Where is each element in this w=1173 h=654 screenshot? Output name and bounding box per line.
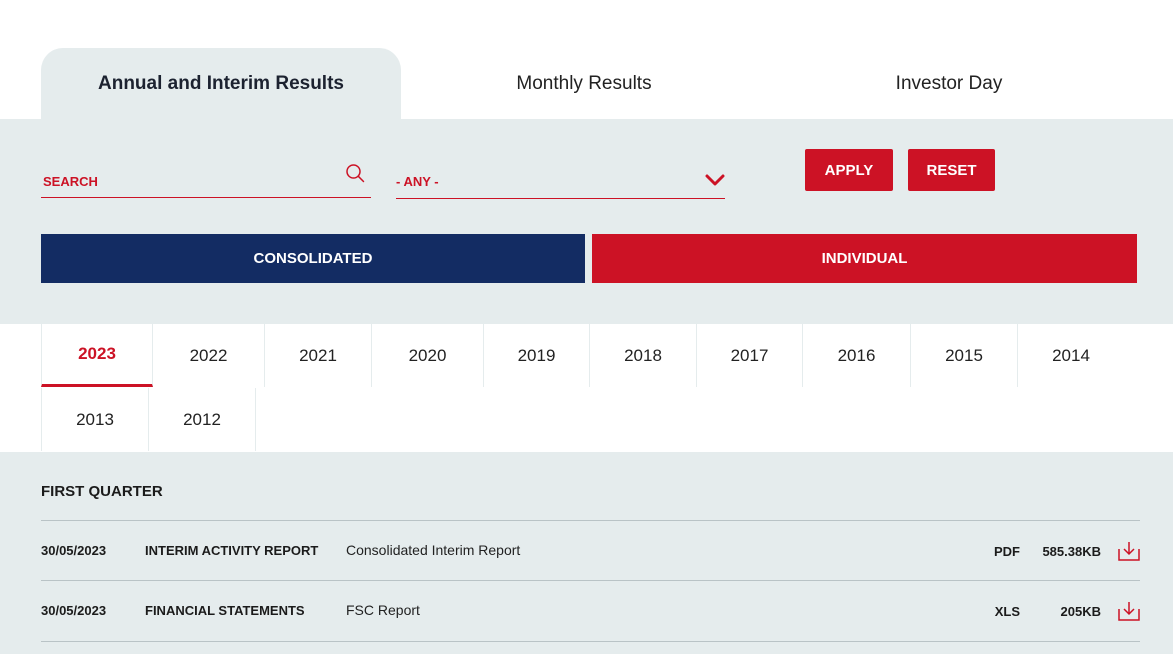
download-icon[interactable] xyxy=(1118,541,1140,561)
year-tab-2012[interactable]: 2012 xyxy=(149,388,256,451)
row-size: 585.38KB xyxy=(1042,544,1101,559)
year-tab-2013[interactable]: 2013 xyxy=(41,388,149,451)
year-tab-2014[interactable]: 2014 xyxy=(1018,324,1124,387)
row-description[interactable]: Consolidated Interim Report xyxy=(346,542,520,558)
year-tab-2022[interactable]: 2022 xyxy=(153,324,265,387)
year-selector: 2023 2022 2021 2020 2019 2018 2017 2016 … xyxy=(41,324,1141,452)
row-format: XLS xyxy=(994,604,1020,619)
year-tab-2019[interactable]: 2019 xyxy=(484,324,590,387)
apply-button[interactable]: APPLY xyxy=(805,149,893,191)
search-icon[interactable] xyxy=(345,163,365,183)
year-tab-2015[interactable]: 2015 xyxy=(911,324,1018,387)
consolidated-toggle[interactable]: CONSOLIDATED xyxy=(41,234,585,283)
year-tab-2023[interactable]: 2023 xyxy=(41,324,153,387)
row-format: PDF xyxy=(994,544,1020,559)
row-date: 30/05/2023 xyxy=(41,543,107,558)
download-icon[interactable] xyxy=(1118,601,1140,621)
individual-toggle[interactable]: INDIVIDUAL xyxy=(592,234,1137,283)
year-tab-2020[interactable]: 2020 xyxy=(372,324,484,387)
year-tab-2016[interactable]: 2016 xyxy=(803,324,911,387)
tab-annual-interim-results[interactable]: Annual and Interim Results xyxy=(41,48,401,119)
row-divider xyxy=(41,641,1140,642)
row-size: 205KB xyxy=(1060,604,1101,619)
row-type: INTERIM ACTIVITY REPORT xyxy=(145,543,319,558)
chevron-down-icon xyxy=(705,174,725,186)
filter-panel: SEARCH - ANY - APPLY RESET CONSOLIDATED … xyxy=(0,119,1173,324)
tab-monthly-results[interactable]: Monthly Results xyxy=(401,48,767,119)
year-tab-2018[interactable]: 2018 xyxy=(590,324,697,387)
table-row: 30/05/2023 INTERIM ACTIVITY REPORT Conso… xyxy=(41,520,1140,581)
table-row: 30/05/2023 FINANCIAL STATEMENTS FSC Repo… xyxy=(41,580,1140,641)
results-tabs: Annual and Interim Results Monthly Resul… xyxy=(41,48,1141,119)
year-tab-2021[interactable]: 2021 xyxy=(265,324,372,387)
section-title: FIRST QUARTER xyxy=(41,483,163,500)
row-date: 30/05/2023 xyxy=(41,603,107,618)
select-value: - ANY - xyxy=(396,174,439,189)
row-type: FINANCIAL STATEMENTS xyxy=(145,603,305,618)
reset-button[interactable]: RESET xyxy=(908,149,995,191)
year-tab-2017[interactable]: 2017 xyxy=(697,324,803,387)
results-list: FIRST QUARTER 30/05/2023 INTERIM ACTIVIT… xyxy=(0,452,1173,654)
tab-investor-day[interactable]: Investor Day xyxy=(767,48,1131,119)
search-input[interactable]: SEARCH xyxy=(41,157,371,198)
row-description[interactable]: FSC Report xyxy=(346,602,420,618)
category-select[interactable]: - ANY - xyxy=(396,157,725,199)
search-placeholder: SEARCH xyxy=(43,174,98,189)
